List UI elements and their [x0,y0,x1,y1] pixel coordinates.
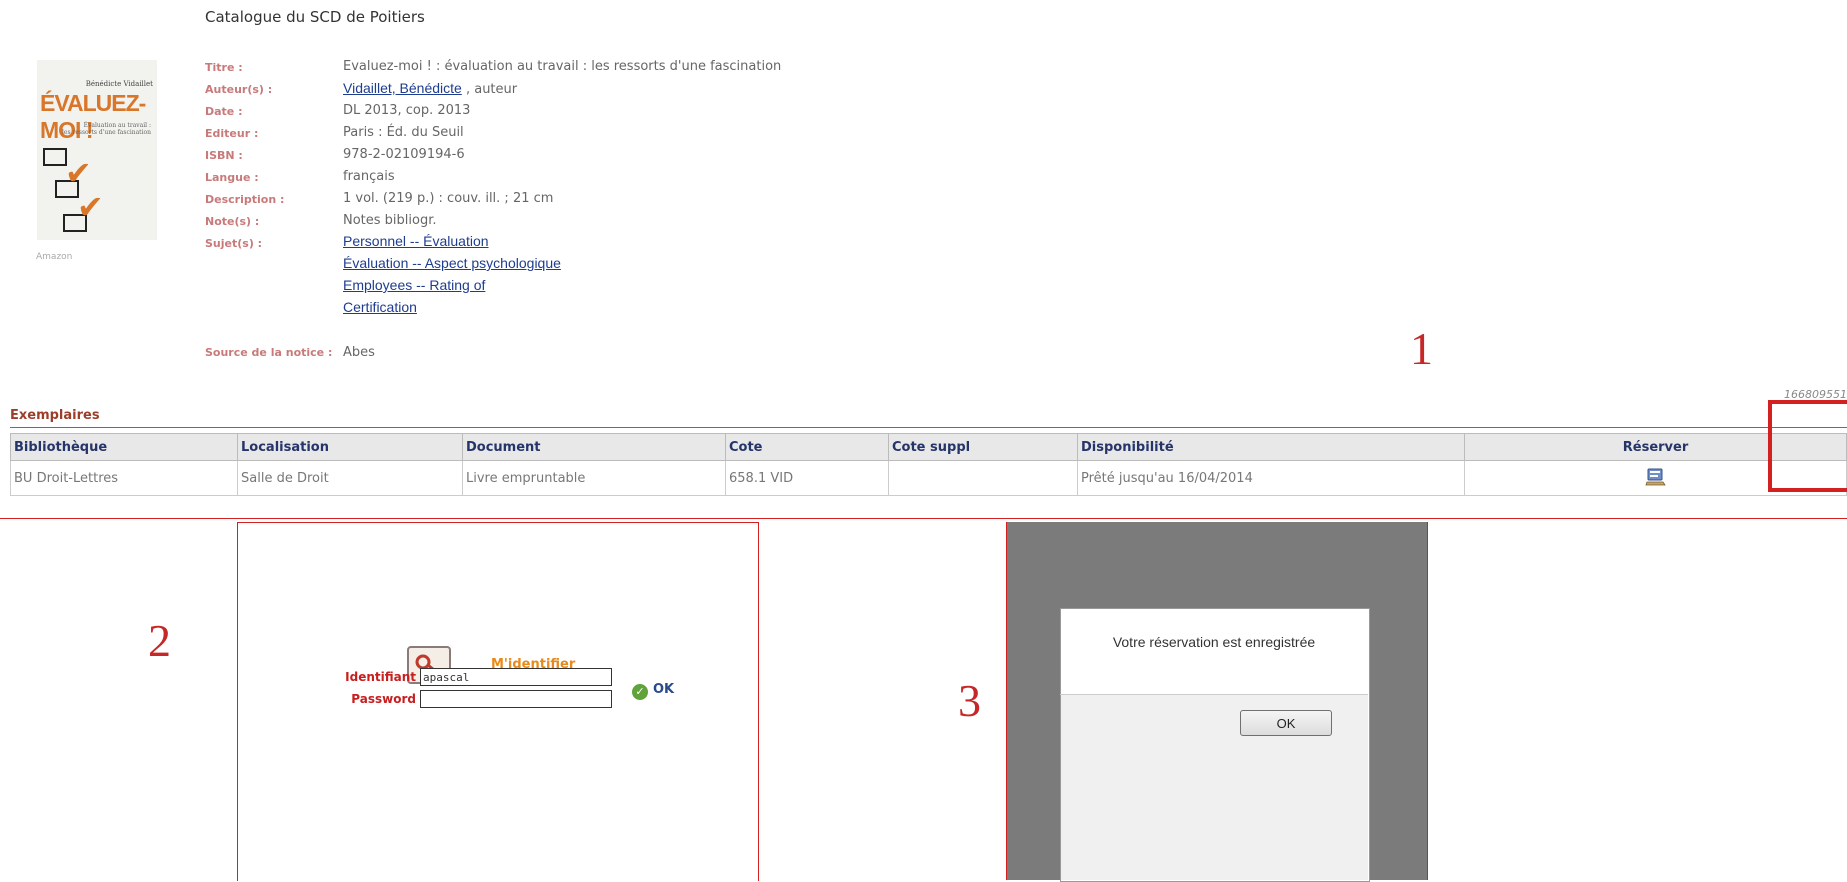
cover-caption: Amazon [36,252,73,262]
editeur-label: Editeur : [205,127,259,140]
login-ok-label: OK [653,682,675,697]
cover-checkmark-icon: ✔ [65,154,92,192]
sujet-link[interactable]: Personnel -- Évaluation [343,233,489,249]
langue-value: français [343,169,395,184]
confirmation-ok-button[interactable]: OK [1240,710,1332,736]
annotation-step-2: 2 [148,615,171,666]
isbn-value: 978-2-02109194-6 [343,147,465,162]
description-value: 1 vol. (219 p.) : couv. ill. ; 21 cm [343,191,554,206]
identifiant-input[interactable] [420,668,612,686]
exemplaires-divider [10,427,1847,428]
auteur-role: , auteur [461,82,518,97]
column-header-disponibilite: Disponibilité [1077,433,1465,461]
auteur-value: Vidaillet, Bénédicte , auteur [343,80,517,97]
reserve-highlight-box [1768,400,1847,492]
notes-label: Note(s) : [205,215,260,228]
annotation-step-1: 1 [1410,323,1433,374]
exemplaires-heading: Exemplaires [10,408,100,423]
source-label: Source de la notice : [205,346,333,359]
password-input[interactable] [420,690,612,708]
auteur-link[interactable]: Vidaillet, Bénédicte [343,80,462,96]
cell-cote-suppl [888,460,1078,496]
identifiant-label: Identifiant [345,670,416,684]
holdings-table: Bibliothèque Localisation Document Cote … [10,433,1847,496]
sujet-link[interactable]: Employees -- Rating of [343,277,485,293]
date-value: DL 2013, cop. 2013 [343,103,471,118]
cover-author: Bénédicte Vidaillet [85,80,153,88]
cell-localisation: Salle de Droit [237,460,463,496]
cell-disponibilite: Prêté jusqu'au 16/04/2014 [1077,460,1465,496]
editeur-value: Paris : Éd. du Seuil [343,125,464,140]
password-label: Password [351,692,416,706]
sujets-label: Sujet(s) : [205,237,263,250]
cover-checkbox-icon [43,148,67,166]
column-header-cote-suppl: Cote suppl [888,433,1078,461]
isbn-label: ISBN : [205,149,243,162]
notes-value: Notes bibliogr. [343,213,437,228]
holdings-header-row: Bibliothèque Localisation Document Cote … [10,433,1847,461]
catalog-title: Catalogue du SCD de Poitiers [205,8,425,26]
cell-document: Livre empruntable [462,460,726,496]
description-label: Description : [205,193,285,206]
column-header-localisation: Localisation [237,433,463,461]
confirmation-message: Votre réservation est enregistrée [1112,634,1316,650]
book-cover-image[interactable]: Bénédicte Vidaillet ÉVALUEZ-MOI ! Évalua… [37,60,157,240]
date-label: Date : [205,105,243,118]
titre-label: Titre : [205,61,243,74]
langue-label: Langue : [205,171,259,184]
check-icon: ✓ [632,684,648,700]
cover-checkmark-icon: ✔ [77,188,104,226]
reserve-icon[interactable] [1644,466,1667,490]
section-divider-line [0,518,1847,519]
column-header-document: Document [462,433,726,461]
annotation-step-3: 3 [958,675,981,726]
auteur-label: Auteur(s) : [205,83,273,96]
titre-value: Evaluez-moi ! : évaluation au travail : … [343,59,782,74]
cell-bibliotheque: BU Droit-Lettres [10,460,238,496]
login-ok-button[interactable]: ✓ OK [632,682,674,700]
column-header-cote: Cote [725,433,889,461]
source-value: Abes [343,345,375,360]
sujet-link[interactable]: Certification [343,299,417,315]
column-header-bibliotheque: Bibliothèque [10,433,238,461]
cover-subtitle: Évaluation au travail : les ressorts d'u… [62,122,151,136]
cell-cote: 658.1 VID [725,460,889,496]
sujet-link[interactable]: Évaluation -- Aspect psychologique [343,255,561,271]
table-row: BU Droit-Lettres Salle de Droit Livre em… [10,460,1847,496]
